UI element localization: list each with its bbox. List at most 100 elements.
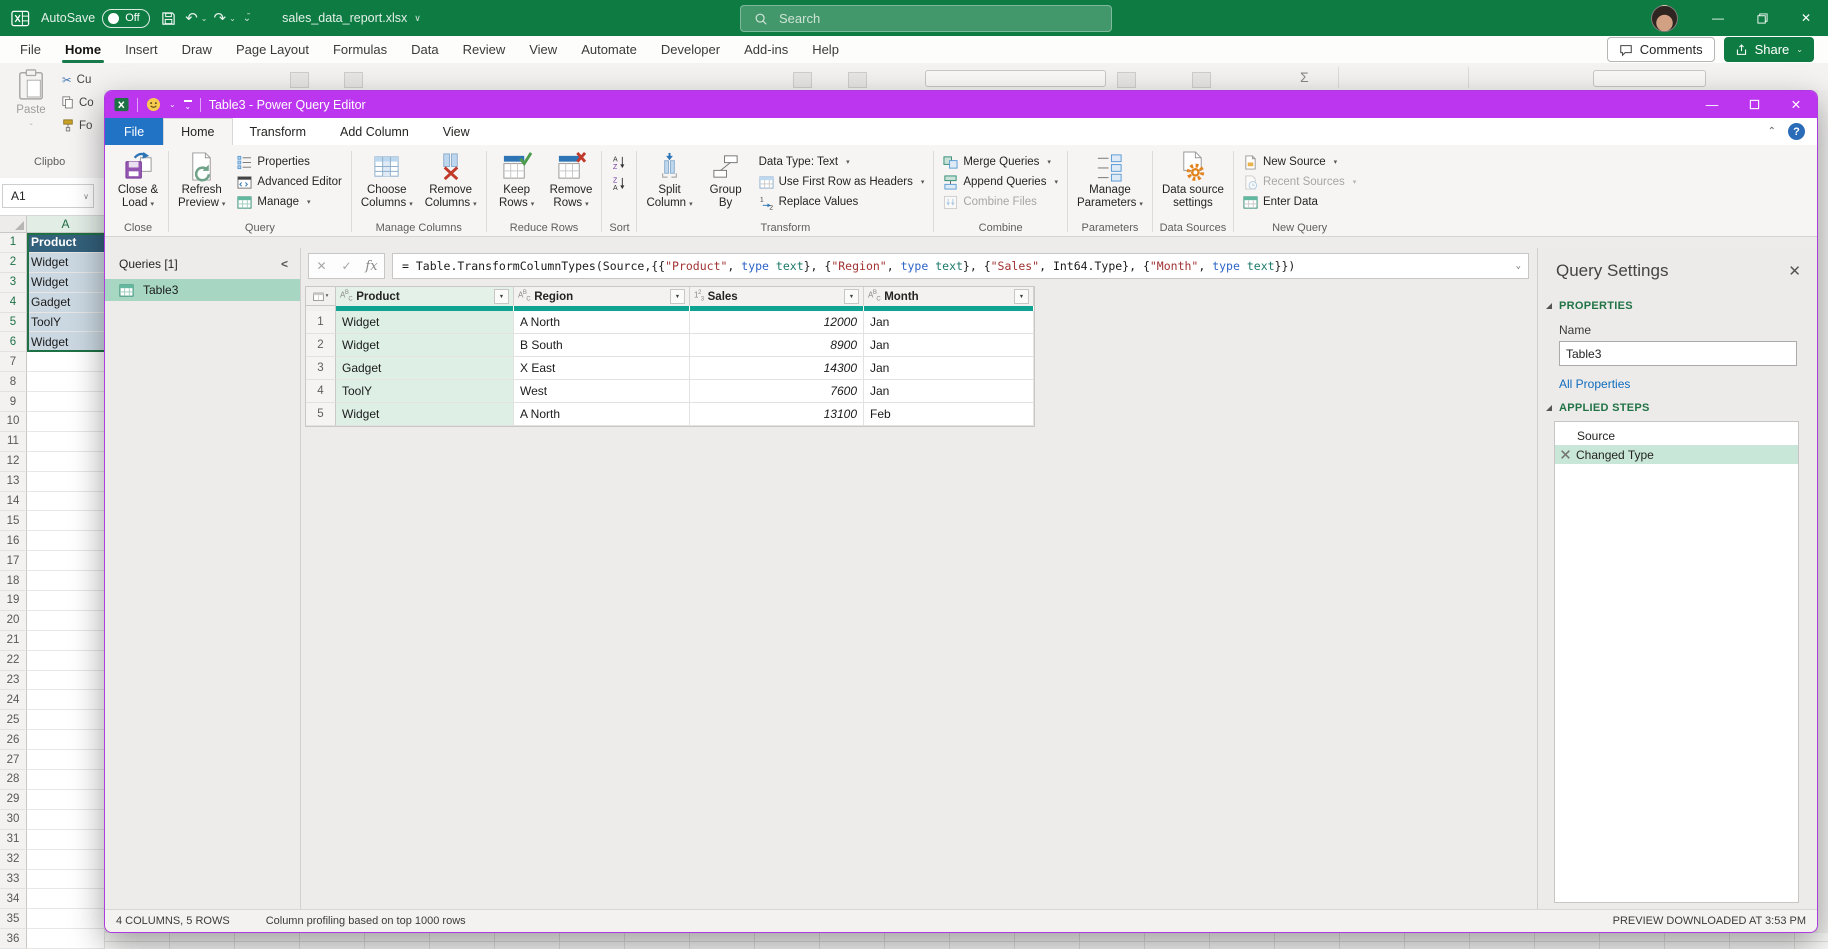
grid-cell[interactable]: 7600	[690, 380, 864, 403]
delete-step-icon[interactable]	[1560, 449, 1571, 460]
excel-menu-review[interactable]: Review	[451, 36, 518, 63]
ribbon-button-split-column[interactable]: SplitColumn▾	[641, 149, 697, 211]
grid-cell[interactable]: ToolY	[336, 380, 514, 403]
cut-button[interactable]: ✂ Cu	[62, 73, 91, 87]
grid-row-number[interactable]: 3	[306, 357, 336, 380]
copy-button[interactable]: Co	[62, 96, 94, 109]
sheet-cell[interactable]	[27, 511, 104, 531]
undo-dropdown-icon[interactable]: ⌄	[201, 14, 208, 23]
pq-maximize-button[interactable]	[1733, 91, 1775, 118]
grid-cell[interactable]: West	[514, 380, 690, 403]
sheet-cell[interactable]	[27, 810, 104, 830]
sheet-cell[interactable]	[27, 571, 104, 591]
row-number[interactable]: 17	[0, 551, 27, 571]
row-number[interactable]: 22	[0, 651, 27, 671]
excel-menu-view[interactable]: View	[517, 36, 569, 63]
sheet-cell[interactable]: Product	[27, 233, 104, 253]
row-number[interactable]: 8	[0, 372, 27, 392]
grid-cell[interactable]: Widget	[336, 403, 514, 426]
sheet-cell[interactable]	[27, 472, 104, 492]
ribbon-button-manage[interactable]: Manage▾	[232, 192, 346, 212]
sheet-cell[interactable]	[27, 551, 104, 571]
ribbon-button-close-load[interactable]: Close &Load▾	[112, 149, 164, 211]
excel-menu-data[interactable]: Data	[399, 36, 450, 63]
filter-dropdown-button[interactable]: ▼	[670, 289, 685, 304]
pq-tab-file[interactable]: File	[105, 118, 163, 145]
excel-menu-developer[interactable]: Developer	[649, 36, 732, 63]
filter-dropdown-button[interactable]: ▼	[844, 289, 859, 304]
ribbon-button-advanced-editor[interactable]: Advanced Editor	[232, 172, 346, 192]
row-number[interactable]: 11	[0, 432, 27, 452]
grid-cell[interactable]: 8900	[690, 334, 864, 357]
grid-row-number[interactable]: 1	[306, 311, 336, 334]
sheet-cell[interactable]	[27, 790, 104, 810]
sheet-cell[interactable]	[27, 909, 104, 929]
autosave-toggle[interactable]: Off	[102, 9, 150, 28]
row-number[interactable]: 7	[0, 352, 27, 372]
grid-row-number[interactable]: 2	[306, 334, 336, 357]
sort-ascending-button[interactable]: AZ	[606, 152, 632, 172]
row-number[interactable]: 30	[0, 810, 27, 830]
sheet-cell[interactable]	[27, 730, 104, 750]
sheet-cell[interactable]	[27, 611, 104, 631]
search-input[interactable]: Search	[740, 5, 1112, 32]
column-header-a[interactable]: A	[27, 216, 104, 233]
ribbon-button-combine-files[interactable]: Combine Files	[938, 192, 1063, 212]
ribbon-button-remove-rows[interactable]: RemoveRows▾	[545, 149, 598, 211]
formula-accept-icon[interactable]: ✓	[334, 254, 359, 278]
excel-close-button[interactable]: ✕	[1784, 0, 1828, 36]
row-number[interactable]: 23	[0, 671, 27, 691]
grid-cell[interactable]: Jan	[864, 334, 1034, 357]
pq-close-button[interactable]: ✕	[1775, 91, 1817, 118]
sheet-cell[interactable]: Widget	[27, 273, 104, 293]
row-number[interactable]: 31	[0, 830, 27, 850]
ribbon-button-append-queries[interactable]: Append Queries▾	[938, 172, 1063, 192]
excel-menu-page-layout[interactable]: Page Layout	[224, 36, 321, 63]
share-button[interactable]: Share ⌄	[1724, 37, 1814, 62]
ribbon-button-recent-sources[interactable]: Recent Sources▾	[1238, 172, 1361, 192]
ribbon-button-data-type-text[interactable]: Data Type: Text▾	[754, 152, 930, 172]
grid-cell[interactable]: Jan	[864, 380, 1034, 403]
row-number[interactable]: 36	[0, 929, 27, 949]
row-number[interactable]: 3	[0, 273, 27, 293]
grid-cell[interactable]: Gadget	[336, 357, 514, 380]
format-painter-button[interactable]: Fo	[62, 119, 92, 132]
excel-menu-help[interactable]: Help	[800, 36, 851, 63]
ribbon-button-keep-rows[interactable]: KeepRows▾	[491, 149, 543, 211]
excel-menu-add-ins[interactable]: Add-ins	[732, 36, 800, 63]
grid-cell[interactable]: B South	[514, 334, 690, 357]
row-number[interactable]: 28	[0, 770, 27, 790]
customize-toolbar-icon[interactable]: ⌄	[184, 100, 192, 108]
ribbon-button-merge-queries[interactable]: Merge Queries▾	[938, 152, 1063, 172]
sheet-cell[interactable]	[27, 412, 104, 432]
column-header-month[interactable]: ABCMonth▼	[864, 287, 1034, 306]
grid-cell[interactable]: Jan	[864, 357, 1034, 380]
row-number[interactable]: 35	[0, 909, 27, 929]
row-number[interactable]: 12	[0, 452, 27, 472]
pq-tab-view[interactable]: View	[426, 118, 487, 145]
autosave-control[interactable]: AutoSave Off	[41, 9, 150, 28]
row-number[interactable]: 25	[0, 710, 27, 730]
sheet-cell[interactable]	[27, 690, 104, 710]
sheet-cell[interactable]	[27, 452, 104, 472]
sheet-cell[interactable]	[27, 830, 104, 850]
row-number[interactable]: 26	[0, 730, 27, 750]
row-number[interactable]: 24	[0, 690, 27, 710]
collapse-queries-pane-icon[interactable]: <	[281, 257, 288, 271]
sheet-cell[interactable]	[27, 710, 104, 730]
all-properties-link[interactable]: All Properties	[1538, 366, 1817, 393]
collapse-ribbon-icon[interactable]: ⌃	[1768, 126, 1776, 137]
sheet-cell[interactable]	[27, 750, 104, 770]
sheet-cell[interactable]	[27, 591, 104, 611]
filter-dropdown-button[interactable]: ▼	[1014, 289, 1029, 304]
grid-cell[interactable]: 13100	[690, 403, 864, 426]
select-all-button[interactable]: ▾	[306, 287, 336, 306]
save-icon[interactable]	[161, 11, 176, 26]
applied-step-source[interactable]: Source	[1555, 426, 1798, 445]
excel-menu-home[interactable]: Home	[53, 36, 113, 63]
ribbon-button-refresh-preview[interactable]: RefreshPreview▾	[173, 149, 230, 211]
sort-descending-button[interactable]: ZA	[606, 173, 632, 193]
pq-tab-home[interactable]: Home	[163, 118, 232, 145]
row-number[interactable]: 20	[0, 611, 27, 631]
row-number[interactable]: 6	[0, 332, 27, 352]
